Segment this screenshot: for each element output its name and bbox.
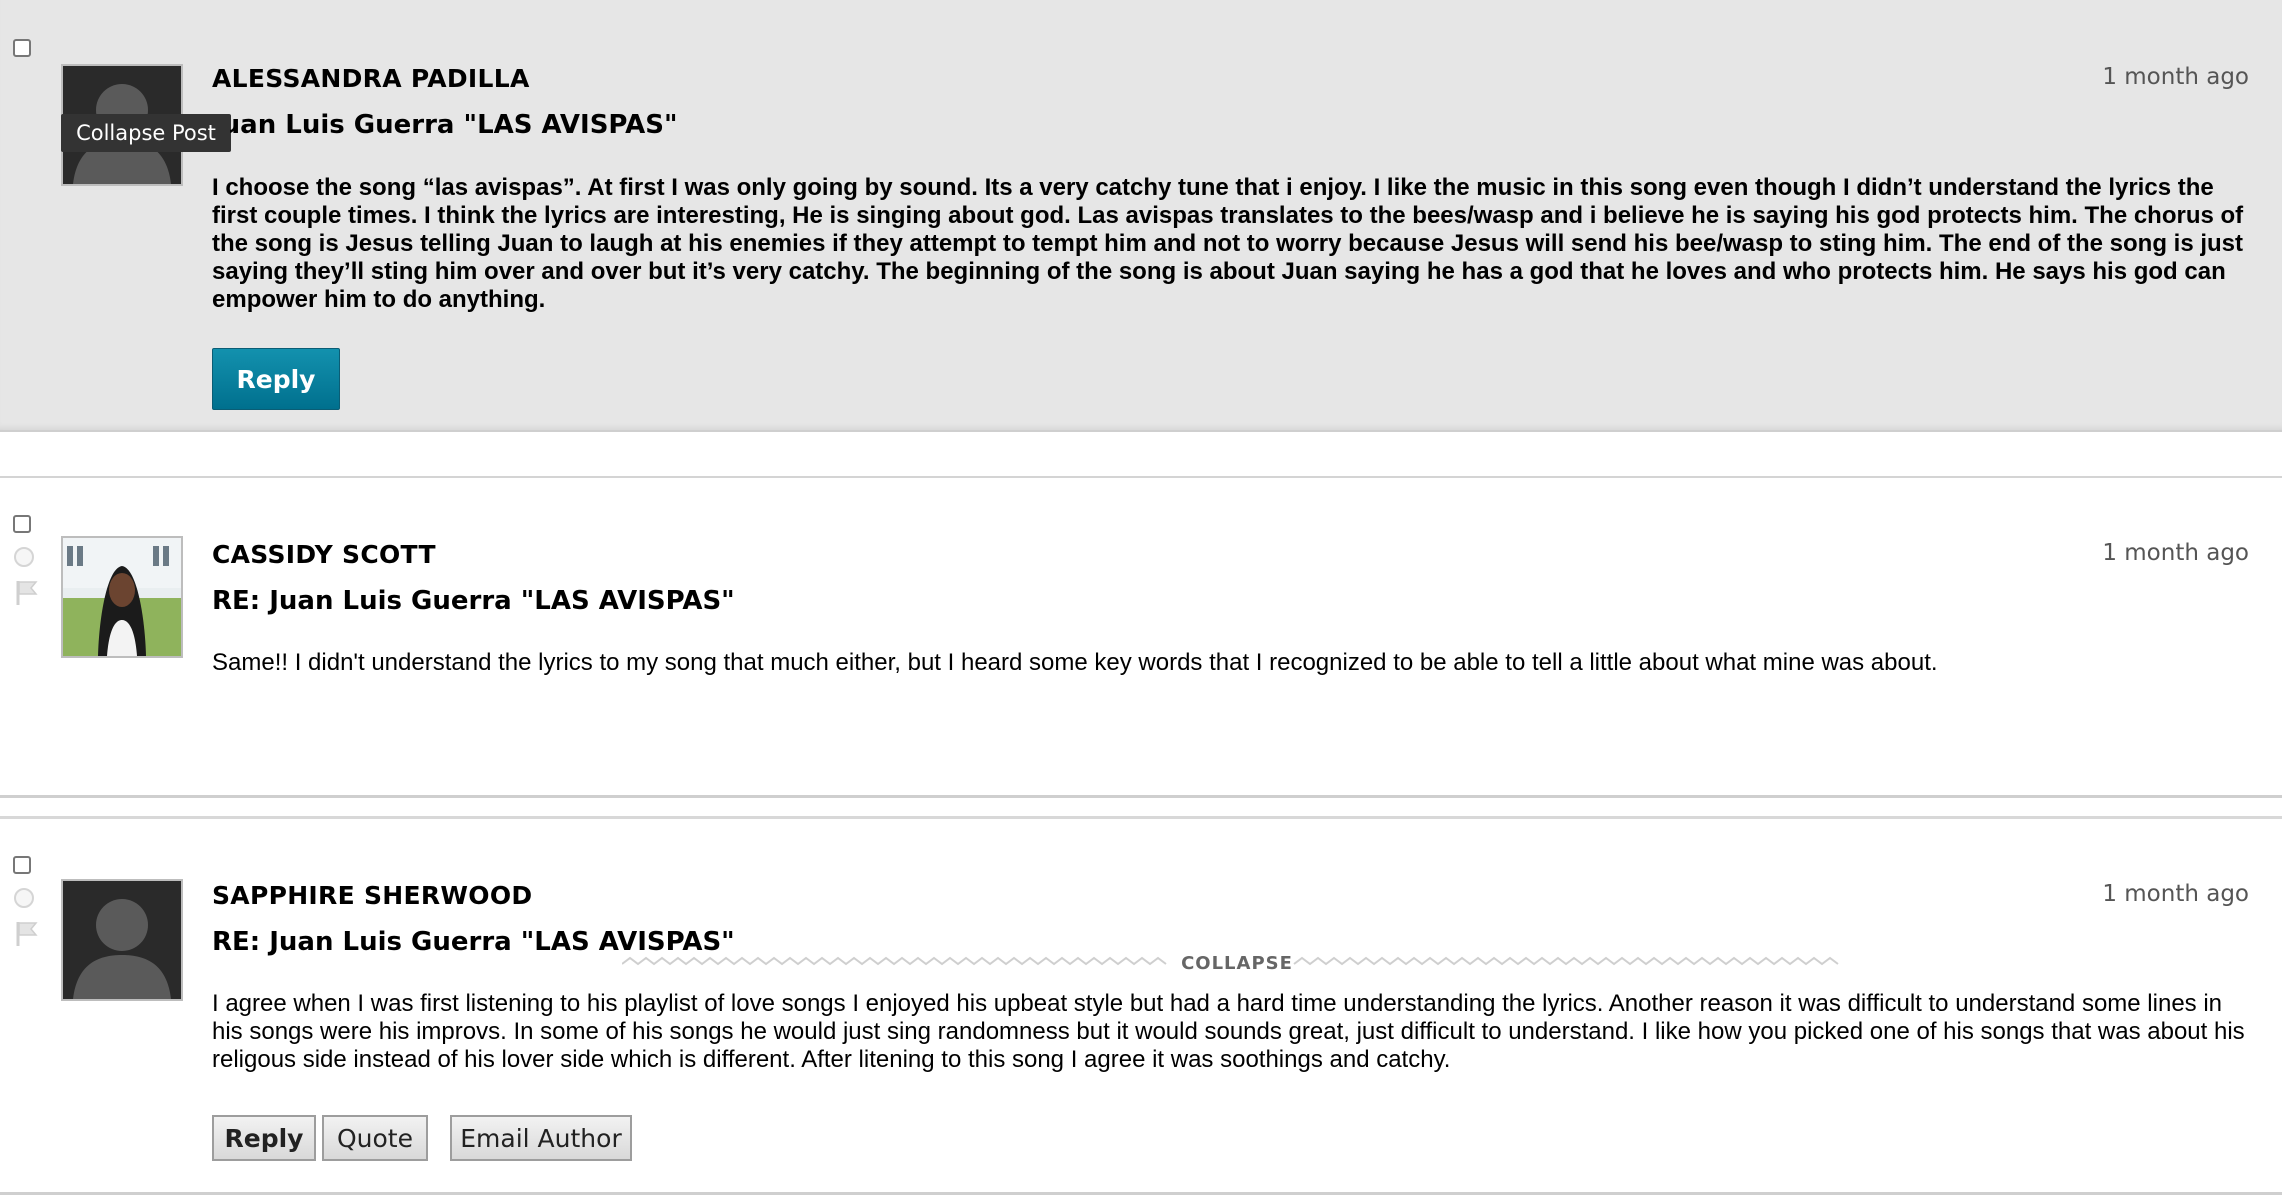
post-sapphire-sherwood: SAPPHIRE SHERWOOD 1 month ago RE: Juan L… <box>0 816 2282 1195</box>
avatar <box>61 536 183 658</box>
select-post-checkbox[interactable] <box>13 856 31 874</box>
collapse-thread-bar[interactable]: COLLAPSE <box>621 952 1844 976</box>
post-title: RE: Juan Luis Guerra "LAS AVISPAS" <box>212 586 735 616</box>
reply-button[interactable]: Reply <box>212 1115 316 1161</box>
avatar <box>61 879 183 1001</box>
reply-button[interactable]: Reply <box>212 348 340 410</box>
collapse-post-tooltip: Collapse Post <box>61 114 231 152</box>
flag-icon[interactable] <box>15 579 39 607</box>
post-body: I agree when I was first listening to hi… <box>212 990 2245 1073</box>
post-title: Juan Luis Guerra "LAS AVISPAS" <box>212 110 678 140</box>
unread-status-icon[interactable] <box>14 888 34 908</box>
select-post-checkbox[interactable] <box>13 39 31 57</box>
post-author[interactable]: ALESSANDRA PADILLA <box>212 64 530 93</box>
post-timestamp: 1 month ago <box>2102 881 2249 907</box>
post-alessandra-padilla: Collapse Post ALESSANDRA PADILLA 1 month… <box>0 0 2282 432</box>
post-author[interactable]: SAPPHIRE SHERWOOD <box>212 881 532 910</box>
collapse-label[interactable]: COLLAPSE <box>1170 952 1304 976</box>
post-cassidy-scott: CASSIDY SCOTT 1 month ago RE: Juan Luis … <box>0 476 2282 798</box>
profile-photo-icon <box>63 538 181 656</box>
post-author[interactable]: CASSIDY SCOTT <box>212 540 436 569</box>
post-body: Same!! I didn't understand the lyrics to… <box>212 649 1938 676</box>
flag-icon[interactable] <box>15 920 39 948</box>
unread-status-icon[interactable] <box>14 547 34 567</box>
post-timestamp: 1 month ago <box>2102 540 2249 566</box>
select-post-checkbox[interactable] <box>13 515 31 533</box>
default-user-icon <box>63 881 181 999</box>
quote-button[interactable]: Quote <box>322 1115 428 1161</box>
post-timestamp: 1 month ago <box>2102 64 2249 90</box>
email-author-button[interactable]: Email Author <box>450 1115 632 1161</box>
post-body: I choose the song “las avispas”. At firs… <box>212 174 2244 313</box>
